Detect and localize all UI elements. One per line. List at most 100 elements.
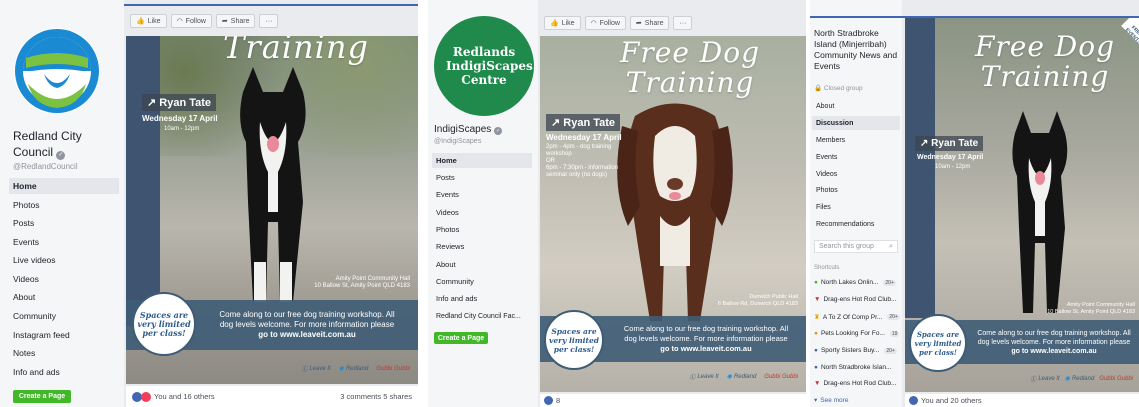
shortcut-item[interactable]: ● Sporty Sisters Buy... 20+ — [814, 347, 897, 354]
group-title[interactable]: North Stradbroke Island (Minjerribah) Co… — [814, 28, 900, 72]
like-button[interactable]: 👍 Like — [130, 14, 167, 28]
nav-videos[interactable]: Videos — [432, 205, 532, 220]
nav-photos[interactable]: Photos — [9, 197, 119, 213]
shortcut-item[interactable]: ▼ Drag-ens Hot Rod Club... — [814, 380, 896, 387]
shortcut-badge: 20+ — [884, 347, 897, 354]
group-search-input[interactable]: Search this group ⌕ — [814, 240, 898, 253]
spaces-limited-badge: Spaces are very limited per class! — [909, 314, 967, 372]
nav-about[interactable]: About — [9, 289, 119, 305]
dog-training-poster[interactable]: FREE EVENT! Free Dog Training ↗ Ryan Tat… — [905, 18, 1139, 392]
share-button[interactable]: ➦ Share — [629, 16, 670, 30]
nav-community[interactable]: Community — [432, 274, 532, 289]
poster-title: Free Dog Training — [600, 38, 780, 98]
nav-members[interactable]: Members — [812, 133, 900, 147]
venue-address: Amity Point Community Hall 10 Ballow St,… — [1047, 302, 1135, 316]
reaction-count: You and 16 others — [154, 392, 215, 401]
page-title[interactable]: IndigiScapes ✓ — [434, 122, 503, 138]
spaniel-illustration — [617, 103, 733, 321]
follow-button[interactable]: ◠ Follow — [170, 14, 212, 28]
event-time: 10am - 12pm — [164, 126, 200, 132]
spaces-limited-badge: Spaces are very limited per class! — [544, 310, 604, 370]
nav-files[interactable]: Files — [812, 200, 900, 214]
group-icon: ● — [814, 330, 818, 337]
time-workshop: 2pm - 4pm - dog training — [546, 144, 612, 150]
create-page-button[interactable]: Create a Page — [13, 390, 71, 403]
nav-videos[interactable]: Videos — [9, 271, 119, 287]
nav-live-videos[interactable]: Live videos — [9, 252, 119, 268]
share-button[interactable]: ➦ Share — [215, 14, 256, 28]
nav-events[interactable]: Events — [812, 150, 900, 164]
create-page-button[interactable]: Create a Page — [434, 332, 488, 344]
gubbi-text: Gubbi Gubbi — [376, 365, 410, 372]
dog-training-poster[interactable]: Free Dog Training ↗ Ryan Tate Wednesday … — [540, 36, 806, 392]
nav-reviews[interactable]: Reviews — [432, 239, 532, 254]
shortcut-item[interactable]: ▼ Drag-ens Hot Rod Club... — [814, 296, 896, 303]
info-line-1: Come along to our free dog training work… — [219, 310, 395, 319]
venue-line-2: 6 Ballow Rd, Dunwich QLD 4183 — [717, 301, 798, 307]
nav-about[interactable]: About — [432, 257, 532, 272]
more-button[interactable]: ··· — [259, 14, 279, 28]
page-title-text[interactable]: Redland City Council — [13, 129, 82, 159]
venue-line-2: 10 Ballow St, Amity Point QLD 4183 — [1047, 309, 1135, 315]
nav-community[interactable]: Community — [9, 308, 119, 324]
event-date: Wednesday 17 April — [546, 133, 622, 142]
page-handle: @RedlandCouncil — [13, 162, 78, 171]
shortcut-label: Sporty Sisters Buy... — [820, 347, 880, 354]
nav-discussion[interactable]: Discussion — [812, 116, 900, 130]
nav-redland-council-link[interactable]: Redland City Council Fac... — [432, 309, 536, 324]
gubbi-text: Gubbi Gubbi — [1099, 375, 1133, 382]
person-legs — [126, 36, 160, 326]
see-more-link[interactable]: ▾ See more — [814, 396, 848, 405]
nav-notes[interactable]: Notes — [9, 345, 119, 361]
nav-posts[interactable]: Posts — [9, 215, 119, 231]
reaction-summary[interactable]: You and 16 others — [132, 391, 215, 402]
shortcut-badge: 20+ — [887, 314, 900, 320]
chevron-down-icon: ▾ — [814, 397, 818, 404]
nav-instagram-feed[interactable]: Instagram feed — [9, 327, 119, 343]
nav-photos[interactable]: Photos — [812, 183, 900, 197]
page-actions: 👍 Like ◠ Follow ➦ Share ··· — [544, 16, 693, 30]
page-title[interactable]: Redland City Council ✓ — [13, 128, 113, 160]
shortcut-item[interactable]: ● North Lakes Onlin... 20+ — [814, 279, 896, 286]
redland-logo: ◉ Redland — [338, 365, 369, 373]
nav-about[interactable]: About — [812, 99, 900, 113]
event-times: 2pm - 4pm - dog training workshop OR 6pm… — [546, 144, 626, 179]
reaction-count[interactable]: 8 — [556, 396, 560, 405]
time-or: OR — [546, 158, 555, 164]
nav-info-and-ads[interactable]: Info and ads — [432, 291, 532, 306]
panel-redland-council: Redland City Council ✓ @RedlandCouncil H… — [0, 0, 418, 407]
nav-events[interactable]: Events — [432, 187, 532, 202]
nav-videos[interactable]: Videos — [812, 167, 900, 181]
shortcut-badge: 20+ — [883, 279, 896, 286]
shortcut-badge: 19 — [889, 330, 900, 337]
more-button[interactable]: ··· — [673, 16, 693, 30]
like-button[interactable]: 👍 Like — [544, 16, 581, 30]
redland-council-logo — [14, 28, 100, 114]
poster-title: Training — [223, 36, 369, 66]
gubbi-logo: Gubbi Gubbi — [764, 374, 798, 380]
trainer-name: ↗ Ryan Tate — [915, 136, 984, 151]
shortcut-item[interactable]: ● Pets Looking For Fo... 19 — [814, 330, 900, 337]
nav-photos[interactable]: Photos — [432, 222, 532, 237]
nav-home[interactable]: Home — [9, 178, 119, 194]
share-icon: ➦ — [221, 18, 228, 25]
nav-info-and-ads[interactable]: Info and ads — [9, 364, 119, 380]
venue-address: Dunwich Public Hall 6 Ballow Rd, Dunwich… — [718, 294, 798, 308]
nav-posts[interactable]: Posts — [432, 170, 532, 185]
shortcut-item[interactable]: ♜ A To Z Of Comp Pr... 20+ — [814, 313, 900, 321]
redland-logo: ◉ Redland — [1064, 375, 1095, 383]
share-label: Share — [644, 19, 664, 27]
info-line-1: Come along to our free dog training work… — [623, 324, 789, 333]
group-type-text: Closed group — [823, 85, 863, 92]
shortcut-item[interactable]: ● North Stradbroke Islan... — [814, 364, 891, 371]
nav-home[interactable]: Home — [432, 153, 532, 168]
leave-it-text: Leave It — [697, 373, 719, 380]
group-icon: ▼ — [814, 296, 821, 303]
reaction-count[interactable]: You and 20 others — [921, 396, 982, 405]
follow-button[interactable]: ◠ Follow — [584, 16, 626, 30]
nav-recommendations[interactable]: Recommendations — [812, 217, 900, 231]
comments-shares-count[interactable]: 3 comments 5 shares — [340, 392, 412, 401]
dog-training-poster[interactable]: Training ↗ Ryan Tate Wednesday 17 April … — [126, 36, 418, 384]
nav-events[interactable]: Events — [9, 234, 119, 250]
page-title-text[interactable]: IndigiScapes — [434, 124, 491, 135]
